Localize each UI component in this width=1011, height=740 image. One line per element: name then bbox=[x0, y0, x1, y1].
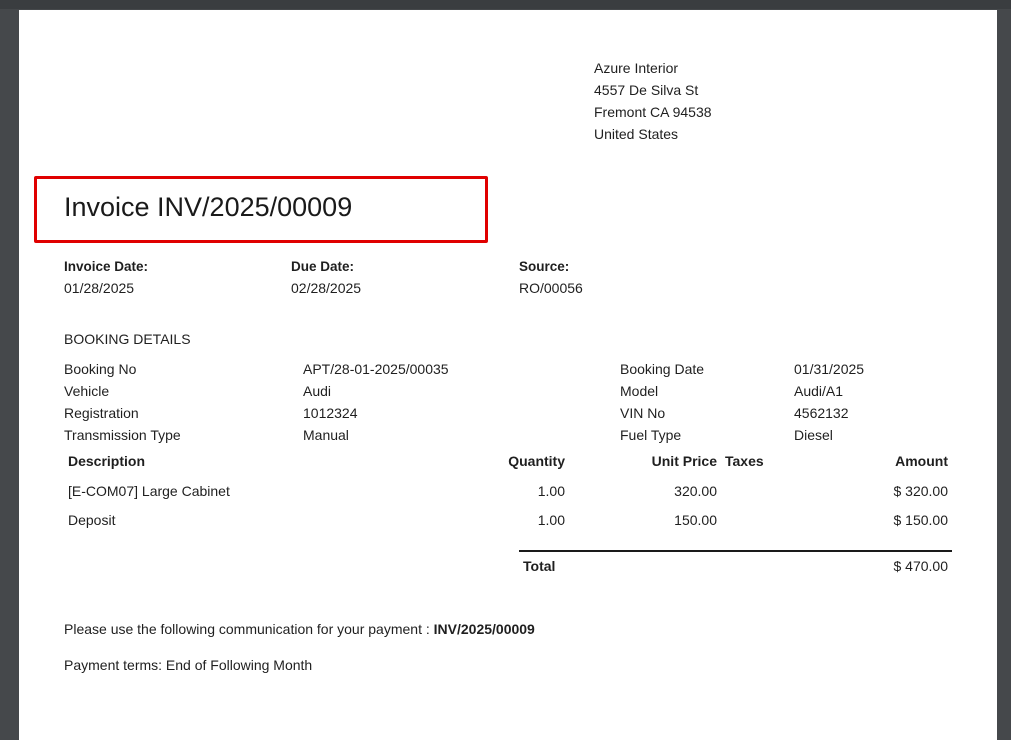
booking-no-value: APT/28-01-2025/00035 bbox=[303, 361, 449, 377]
vehicle-label: Vehicle bbox=[64, 383, 110, 399]
invoice-date-label: Invoice Date: bbox=[64, 259, 149, 274]
payment-reference: INV/2025/00009 bbox=[433, 621, 535, 637]
booking-no-label: Booking No bbox=[64, 361, 137, 377]
line-quantity: 1.00 bbox=[537, 483, 565, 499]
registration-label: Registration bbox=[64, 405, 139, 421]
line-amount: $ 150.00 bbox=[893, 512, 949, 528]
col-header-unit-price: Unit Price bbox=[651, 453, 717, 469]
payment-terms: Payment terms: End of Following Month bbox=[64, 657, 313, 673]
registration-value: 1012324 bbox=[303, 405, 358, 421]
line-unit-price: 320.00 bbox=[674, 483, 717, 499]
model-label: Model bbox=[620, 383, 659, 399]
payment-communication-text: Please use the following communication f… bbox=[64, 621, 434, 637]
customer-address: Azure Interior 4557 De Silva St Fremont … bbox=[594, 57, 712, 145]
booking-date-label: Booking Date bbox=[620, 361, 705, 377]
model-value: Audi/A1 bbox=[794, 383, 844, 399]
booking-date-value: 01/31/2025 bbox=[794, 361, 865, 377]
payment-communication: Please use the following communication f… bbox=[64, 621, 535, 637]
source-value: RO/00056 bbox=[519, 280, 583, 296]
line-description: [E-COM07] Large Cabinet bbox=[68, 483, 230, 499]
invoice-page: Azure Interior 4557 De Silva St Fremont … bbox=[19, 10, 997, 740]
address-city: Fremont CA 94538 bbox=[594, 104, 712, 120]
due-date-value: 02/28/2025 bbox=[291, 280, 362, 296]
col-header-description: Description bbox=[68, 453, 146, 469]
line-quantity: 1.00 bbox=[537, 512, 565, 528]
col-header-quantity: Quantity bbox=[508, 453, 565, 469]
invoice-date-value: 01/28/2025 bbox=[64, 280, 135, 296]
due-date-label: Due Date: bbox=[291, 259, 355, 274]
fuel-type-value: Diesel bbox=[794, 427, 833, 443]
source-label: Source: bbox=[519, 259, 570, 274]
address-street: 4557 De Silva St bbox=[594, 82, 699, 98]
viewer-top-bar bbox=[0, 0, 1011, 9]
invoice-title: Invoice INV/2025/00009 bbox=[64, 192, 353, 222]
line-description: Deposit bbox=[68, 512, 116, 528]
transmission-value: Manual bbox=[303, 427, 349, 443]
vin-value: 4562132 bbox=[794, 405, 849, 421]
line-amount: $ 320.00 bbox=[893, 483, 949, 499]
col-header-taxes: Taxes bbox=[725, 453, 764, 469]
line-unit-price: 150.00 bbox=[674, 512, 717, 528]
vehicle-value: Audi bbox=[303, 383, 332, 399]
fuel-type-label: Fuel Type bbox=[620, 427, 682, 443]
vin-label: VIN No bbox=[620, 405, 666, 421]
total-divider bbox=[519, 550, 952, 552]
total-label: Total bbox=[523, 558, 556, 574]
booking-details-heading: BOOKING DETAILS bbox=[64, 331, 191, 347]
address-country: United States bbox=[594, 126, 679, 142]
address-name: Azure Interior bbox=[594, 60, 679, 76]
transmission-label: Transmission Type bbox=[64, 427, 181, 443]
col-header-amount: Amount bbox=[895, 453, 948, 469]
total-amount: $ 470.00 bbox=[893, 558, 949, 574]
